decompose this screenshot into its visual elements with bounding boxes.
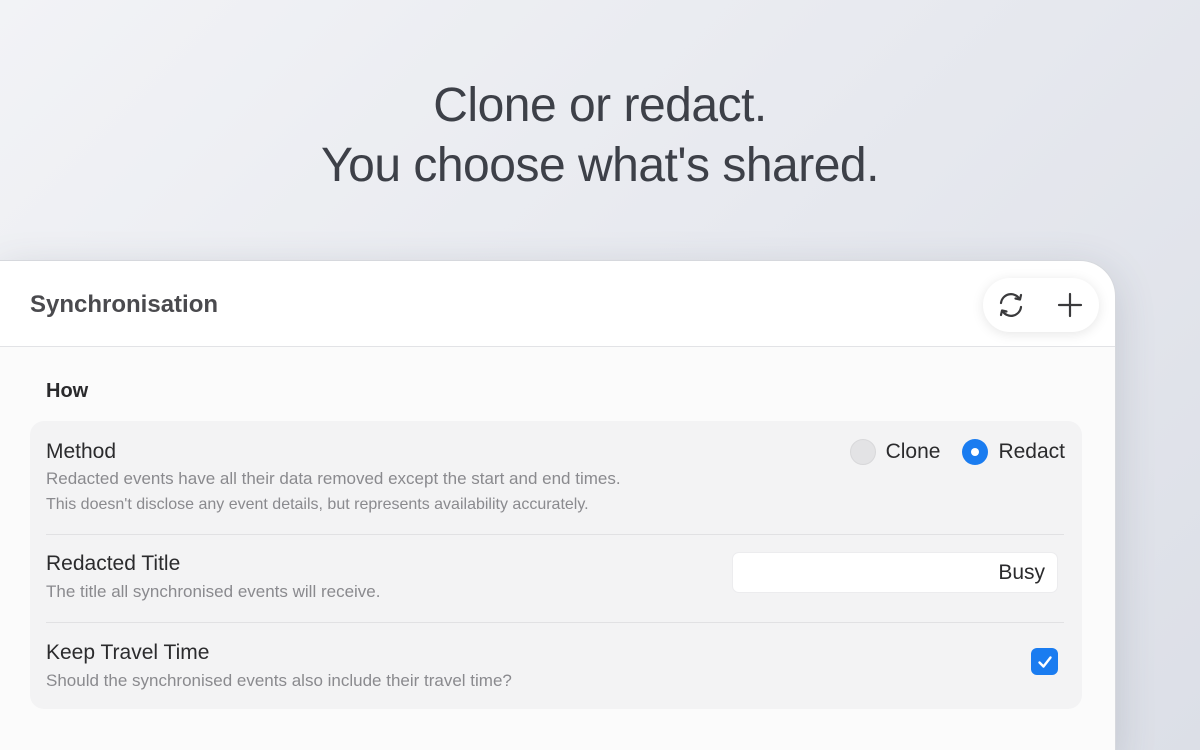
method-description-2: This doesn't disclose any event details,… <box>46 496 589 513</box>
toolbar <box>983 278 1099 332</box>
checkmark-icon <box>1037 655 1052 668</box>
keep-travel-time-label: Keep Travel Time <box>46 641 210 664</box>
method-label: Method <box>46 440 117 463</box>
method-option-clone[interactable]: Clone <box>849 439 941 465</box>
method-row: Method Redacted events have all their da… <box>30 421 1082 534</box>
clone-radio[interactable] <box>849 439 876 465</box>
section-title: How <box>46 380 89 402</box>
headline-line-1: Clone or redact. <box>433 79 767 132</box>
keep-travel-time-checkbox[interactable] <box>1031 648 1058 675</box>
headline: Clone or redact. You choose what's share… <box>0 76 1200 196</box>
method-option-redact[interactable]: Redact <box>962 439 1065 465</box>
plus-icon <box>1057 292 1083 318</box>
method-radio-group: Clone Redact <box>828 438 1065 466</box>
redact-label: Redact <box>998 440 1065 463</box>
redacted-title-description: The title all synchronised events will r… <box>46 582 381 601</box>
keep-travel-time-row: Keep Travel Time Should the synchronised… <box>30 622 1082 709</box>
window-titlebar: Synchronisation <box>0 261 1115 347</box>
redact-radio[interactable] <box>962 439 989 465</box>
window-title: Synchronisation <box>30 291 219 318</box>
method-description-1: Redacted events have all their data remo… <box>46 469 621 488</box>
redacted-title-label: Redacted Title <box>46 552 181 575</box>
clone-label: Clone <box>885 440 941 463</box>
settings-window: Synchronisation How Method Redacted even… <box>0 260 1116 750</box>
settings-content: How Method Redacted events have all thei… <box>0 347 1115 750</box>
settings-group: Method Redacted events have all their da… <box>30 421 1082 709</box>
headline-line-2: You choose what's shared. <box>321 139 879 192</box>
sync-button[interactable] <box>995 289 1027 321</box>
keep-travel-time-description: Should the synchronised events also incl… <box>46 671 512 690</box>
sync-icon <box>999 293 1023 317</box>
add-button[interactable] <box>1054 289 1086 321</box>
redacted-title-row: Redacted Title The title all synchronise… <box>30 534 1082 622</box>
redacted-title-input[interactable] <box>732 552 1058 593</box>
